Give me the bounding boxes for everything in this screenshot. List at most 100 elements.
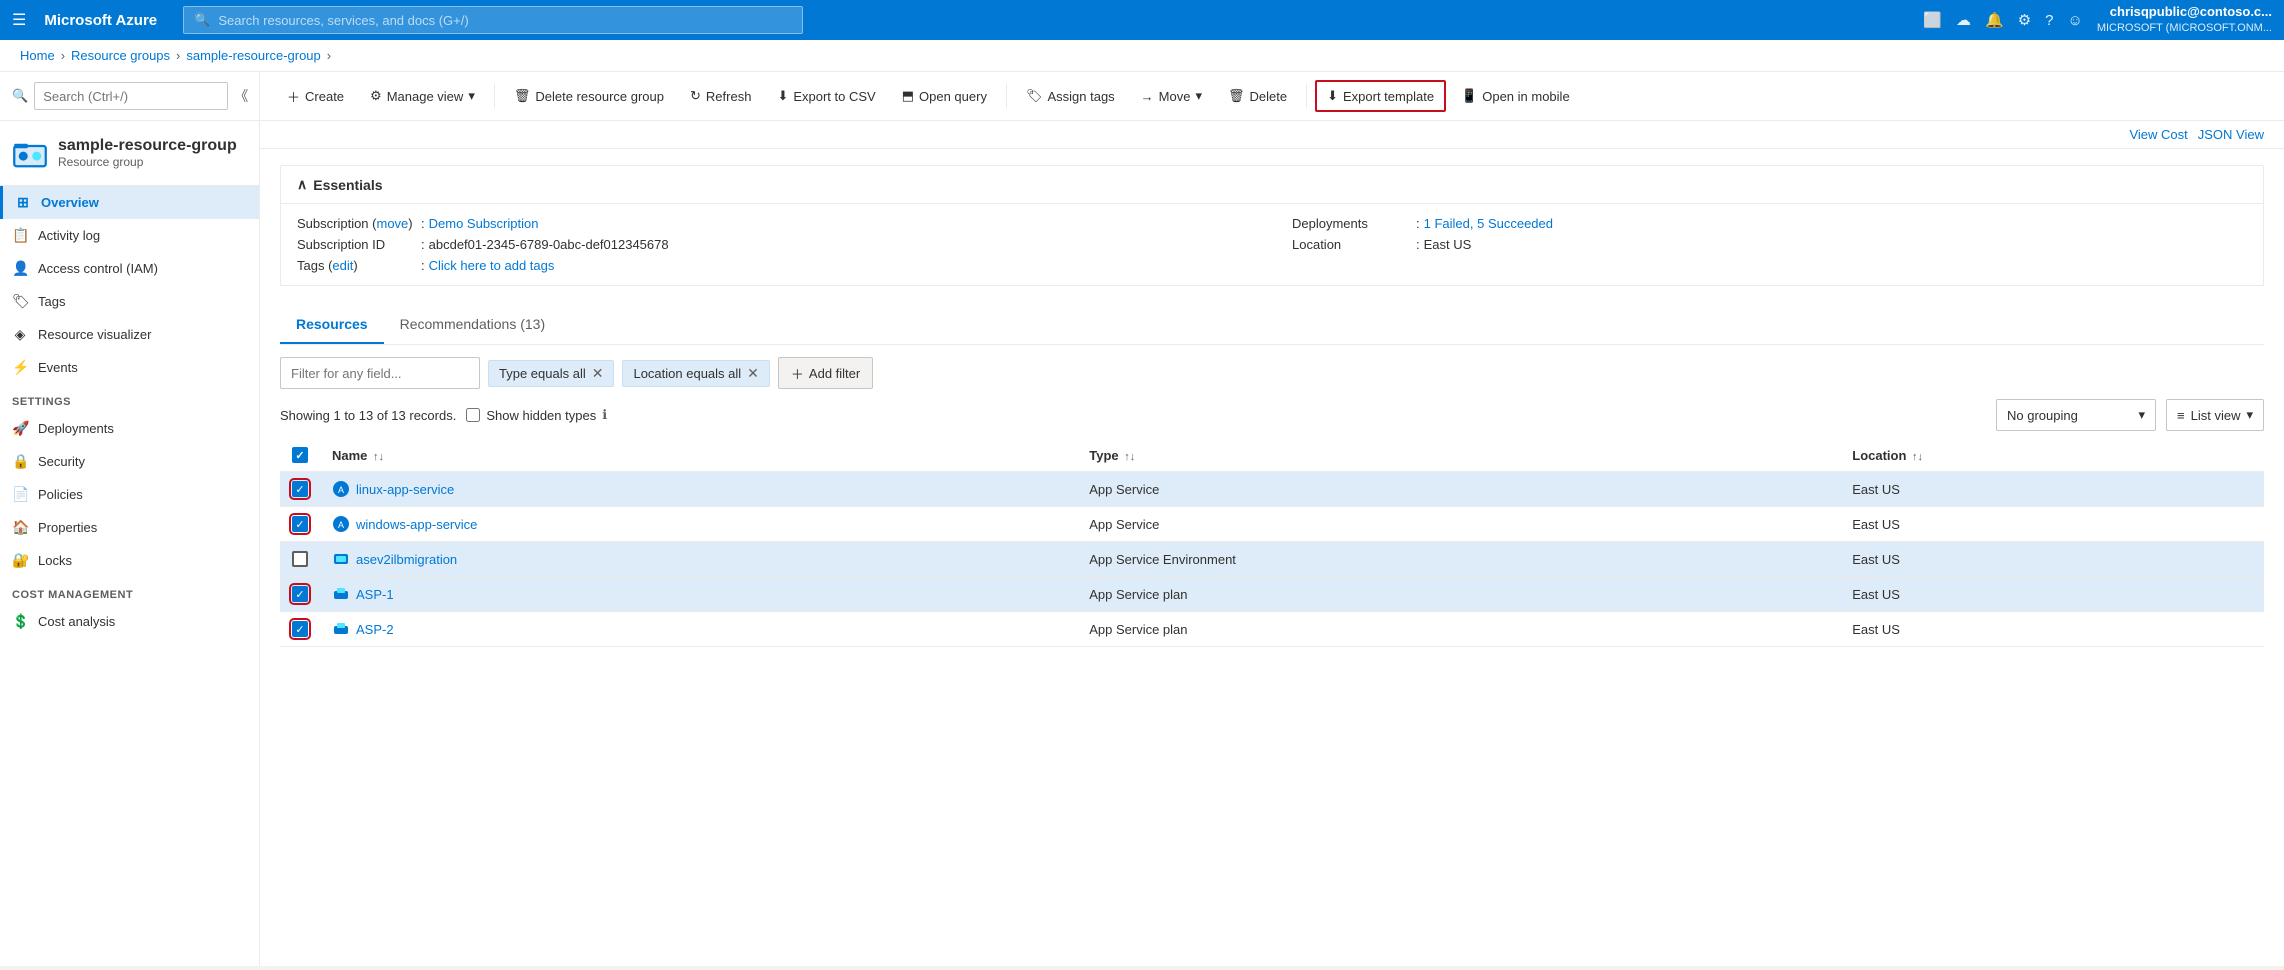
export-template-button[interactable]: ⬇ Export template — [1315, 80, 1446, 112]
type-filter-tag: Type equals all ✕ — [488, 360, 614, 387]
breadcrumb-current[interactable]: sample-resource-group — [186, 48, 320, 63]
row4-name-link[interactable]: ASP-1 — [332, 585, 1065, 603]
tab-resources[interactable]: Resources — [280, 306, 384, 344]
row3-checkbox-cell — [280, 542, 320, 577]
search-icon: 🔍 — [194, 12, 210, 28]
breadcrumb-resource-groups[interactable]: Resource groups — [71, 48, 170, 63]
row4-type: App Service plan — [1077, 577, 1840, 612]
portal-icon[interactable]: ⬜ — [1923, 11, 1942, 29]
feedback-icon[interactable]: ☺ — [2067, 12, 2082, 29]
hamburger-menu[interactable]: ☰ — [12, 10, 26, 30]
deployments-value[interactable]: 1 Failed, 5 Succeeded — [1424, 216, 1553, 231]
global-search-bar[interactable]: 🔍 Search resources, services, and docs (… — [183, 6, 803, 34]
help-icon[interactable]: ? — [2045, 12, 2053, 29]
row4-resource-icon — [332, 585, 350, 603]
sidebar-collapse-btn[interactable]: 《 — [234, 86, 248, 106]
refresh-icon: ↻ — [690, 88, 701, 104]
sidebar-item-iam[interactable]: 👤 Access control (IAM) — [0, 252, 259, 285]
sidebar-item-policies[interactable]: 📄 Policies — [0, 478, 259, 511]
open-mobile-button[interactable]: 📱 Open in mobile — [1450, 80, 1581, 112]
add-filter-button[interactable]: ＋ Add filter — [778, 357, 873, 389]
view-cost-link[interactable]: View Cost — [2129, 127, 2187, 142]
location-filter-close[interactable]: ✕ — [747, 365, 759, 382]
type-filter-close[interactable]: ✕ — [592, 365, 604, 382]
filter-input[interactable] — [280, 357, 480, 389]
col-header-type[interactable]: Type ↑↓ — [1077, 439, 1840, 472]
delete-rg-button[interactable]: 🗑 Delete resource group — [503, 80, 675, 112]
json-view-link[interactable]: JSON View — [2198, 127, 2264, 142]
nav-icon-group: ⬜ ☁ 🔔 ⚙ ? ☺ chrisqpublic@contoso.c... MI… — [1923, 4, 2272, 35]
col-header-name[interactable]: Name ↑↓ — [320, 439, 1077, 472]
show-hidden-types-label[interactable]: Show hidden types ℹ — [466, 407, 607, 423]
open-query-button[interactable]: ⬒ Open query — [891, 80, 998, 112]
sidebar-label-policies: Policies — [38, 487, 83, 502]
edit-tags-link[interactable]: edit — [332, 258, 353, 273]
row3-type: App Service Environment — [1077, 542, 1840, 577]
move-button[interactable]: → Move ▾ — [1130, 80, 1213, 112]
grouping-dropdown[interactable]: No grouping ▾ — [1996, 399, 2156, 431]
row2-checkbox-cell: ✓ — [280, 507, 320, 542]
row3-name-link[interactable]: asev2ilbmigration — [332, 550, 1065, 568]
sidebar-item-events[interactable]: ⚡ Events — [0, 351, 259, 384]
notifications-icon[interactable]: 🔔 — [1985, 11, 2004, 29]
table-row: ✓ A linux-app-service App Service — [280, 472, 2264, 507]
search-placeholder: Search resources, services, and docs (G+… — [218, 13, 468, 28]
user-tenant: MICROSOFT (MICROSOFT.ONM... — [2097, 21, 2272, 35]
main-layout: 🔍 《 sample-resource-group Resource group — [0, 72, 2284, 966]
sidebar-item-activity-log[interactable]: 📋 Activity log — [0, 219, 259, 252]
col-header-location[interactable]: Location ↑↓ — [1840, 439, 2264, 472]
row4-checkbox[interactable]: ✓ — [292, 586, 308, 602]
create-button[interactable]: ＋ Create — [276, 80, 355, 112]
user-profile[interactable]: chrisqpublic@contoso.c... MICROSOFT (MIC… — [2097, 4, 2272, 35]
deployments-row: Deployments : 1 Failed, 5 Succeeded — [1292, 216, 2247, 231]
row5-checkbox[interactable]: ✓ — [292, 621, 308, 637]
sidebar-label-properties: Properties — [38, 520, 97, 535]
add-tags-link[interactable]: Click here to add tags — [429, 258, 555, 273]
sidebar-item-resource-visualizer[interactable]: ◈ Resource visualizer — [0, 318, 259, 351]
sidebar-item-properties[interactable]: 🏠 Properties — [0, 511, 259, 544]
assign-tags-button[interactable]: 🏷 Assign tags — [1015, 80, 1126, 112]
header-checkbox-cell: ✓ — [280, 439, 320, 472]
sidebar-item-deployments[interactable]: 🚀 Deployments — [0, 412, 259, 445]
row5-checkbox-cell: ✓ — [280, 612, 320, 647]
refresh-button[interactable]: ↻ Refresh — [679, 80, 762, 112]
row1-checkbox[interactable]: ✓ — [292, 481, 308, 497]
breadcrumb-sep2: › — [176, 48, 180, 63]
export-csv-button[interactable]: ⬇ Export to CSV — [766, 80, 886, 112]
deployments-icon: 🚀 — [12, 420, 28, 437]
row1-name-link[interactable]: A linux-app-service — [332, 480, 1065, 498]
sidebar-search-bar[interactable]: 🔍 《 — [0, 72, 259, 121]
row2-checkbox[interactable]: ✓ — [292, 516, 308, 532]
open-mobile-icon: 📱 — [1461, 88, 1477, 104]
row1-checkbox-cell: ✓ — [280, 472, 320, 507]
sidebar-item-locks[interactable]: 🔐 Locks — [0, 544, 259, 577]
sidebar-item-cost-analysis[interactable]: 💲 Cost analysis — [0, 605, 259, 638]
row3-checkbox[interactable] — [292, 551, 308, 567]
move-chevron-icon: ▾ — [1195, 88, 1202, 104]
subscription-value[interactable]: Demo Subscription — [429, 216, 539, 231]
show-hidden-checkbox[interactable] — [466, 408, 480, 422]
row5-name-link[interactable]: ASP-2 — [332, 620, 1065, 638]
sidebar-label-security: Security — [38, 454, 85, 469]
row5-resource-icon — [332, 620, 350, 638]
row3-location: East US — [1840, 542, 2264, 577]
sidebar-item-tags[interactable]: 🏷 Tags — [0, 285, 259, 318]
delete-button[interactable]: 🗑 Delete — [1217, 80, 1298, 112]
manage-view-button[interactable]: ⚙ Manage view ▾ — [359, 80, 486, 112]
move-link[interactable]: move — [376, 216, 408, 231]
sidebar-item-overview[interactable]: ⊞ Overview — [0, 186, 259, 219]
row2-name-link[interactable]: A windows-app-service — [332, 515, 1065, 533]
settings-icon[interactable]: ⚙ — [2018, 11, 2031, 29]
resource-group-header: sample-resource-group Resource group — [0, 121, 259, 186]
list-view-dropdown[interactable]: ≡ List view ▾ — [2166, 399, 2264, 431]
table-row: ✓ ASP-2 App Service plan — [280, 612, 2264, 647]
row4-location: East US — [1840, 577, 2264, 612]
essentials-header[interactable]: ∧ Essentials — [281, 166, 2263, 204]
breadcrumb-home[interactable]: Home — [20, 48, 55, 63]
sidebar-item-security[interactable]: 🔒 Security — [0, 445, 259, 478]
tab-recommendations[interactable]: Recommendations (13) — [384, 306, 562, 344]
header-checkbox[interactable]: ✓ — [292, 447, 308, 463]
cloud-shell-icon[interactable]: ☁ — [1956, 11, 1971, 29]
user-name: chrisqpublic@contoso.c... — [2097, 4, 2272, 21]
sidebar-search-input[interactable] — [34, 82, 228, 110]
